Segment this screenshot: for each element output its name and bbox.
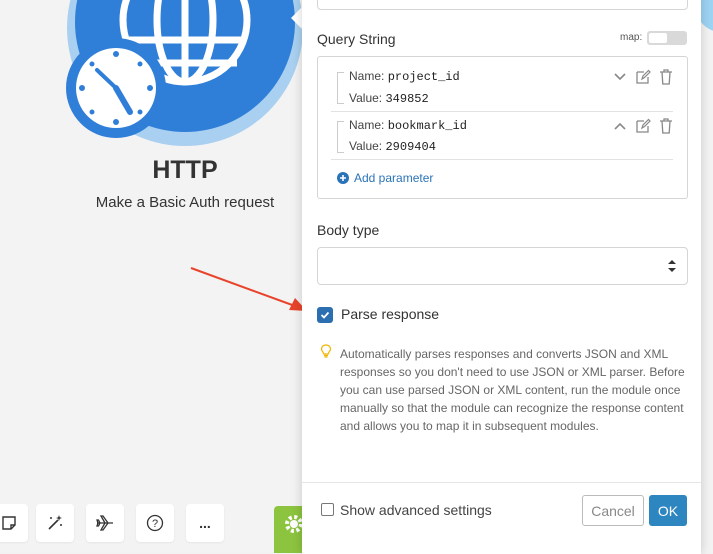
help-button[interactable]: ?	[136, 504, 174, 542]
parse-response-help: Automatically parses responses and conve…	[340, 347, 685, 433]
item-bracket	[337, 121, 344, 153]
lightbulb-icon	[320, 344, 332, 358]
http-module-icon[interactable]	[0, 0, 330, 170]
map-toggle[interactable]	[647, 31, 687, 45]
add-parameter-label: Add parameter	[354, 171, 434, 185]
plus-circle-icon	[337, 172, 349, 184]
item-bracket	[337, 72, 344, 104]
body-type-select[interactable]	[317, 247, 688, 285]
chevron-down-icon[interactable]	[613, 70, 627, 84]
list-item[interactable]: Name: bookmark_id Value: 2909404	[331, 113, 673, 161]
param-name: bookmark_id	[387, 119, 467, 133]
footer-divider	[302, 482, 701, 483]
parse-response-label[interactable]: Parse response	[341, 306, 439, 322]
edit-icon[interactable]	[635, 69, 651, 85]
separator	[331, 111, 673, 112]
select-caret-icon	[668, 260, 676, 272]
value-label: Value:	[349, 91, 383, 105]
auto-align-button[interactable]	[36, 504, 74, 542]
param-value-row: Value: 2909404	[349, 139, 436, 154]
name-label: Name:	[349, 118, 385, 132]
param-name-row: Name: project_id	[349, 69, 460, 84]
question-icon: ?	[146, 514, 164, 532]
map-label: map:	[620, 32, 643, 43]
parse-response-checkbox[interactable]	[317, 307, 333, 323]
query-string-label: Query String	[317, 31, 396, 47]
name-label: Name:	[349, 69, 385, 83]
check-icon	[320, 311, 330, 319]
more-label: ...	[199, 515, 211, 531]
more-button[interactable]: ...	[186, 504, 224, 542]
param-name: project_id	[387, 70, 460, 84]
explain-flow-button[interactable]	[86, 504, 124, 542]
trash-icon[interactable]	[659, 118, 673, 134]
separator	[331, 159, 673, 160]
param-value: 2909404	[385, 140, 436, 154]
annotation-arrow-icon	[190, 267, 307, 311]
list-item[interactable]: Name: project_id Value: 349852	[331, 64, 673, 112]
show-advanced-label[interactable]: Show advanced settings	[340, 502, 492, 518]
trash-icon[interactable]	[659, 69, 673, 85]
url-field[interactable]	[317, 0, 688, 10]
notes-button[interactable]	[0, 504, 28, 542]
param-name-row: Name: bookmark_id	[349, 118, 467, 133]
cancel-button[interactable]: Cancel	[582, 495, 644, 526]
value-label: Value:	[349, 139, 383, 153]
edit-icon[interactable]	[635, 118, 651, 134]
chevron-up-icon[interactable]	[613, 119, 627, 133]
param-value: 349852	[385, 92, 429, 106]
body-type-label: Body type	[317, 222, 380, 238]
airplane-icon	[96, 515, 113, 531]
show-advanced-checkbox[interactable]	[321, 503, 334, 516]
ok-button[interactable]: OK	[649, 495, 687, 526]
add-parameter-button[interactable]: Add parameter	[337, 171, 433, 185]
magic-wand-icon	[48, 515, 62, 530]
note-icon	[2, 516, 16, 530]
question-mark: ?	[152, 518, 158, 530]
param-value-row: Value: 349852	[349, 91, 429, 106]
